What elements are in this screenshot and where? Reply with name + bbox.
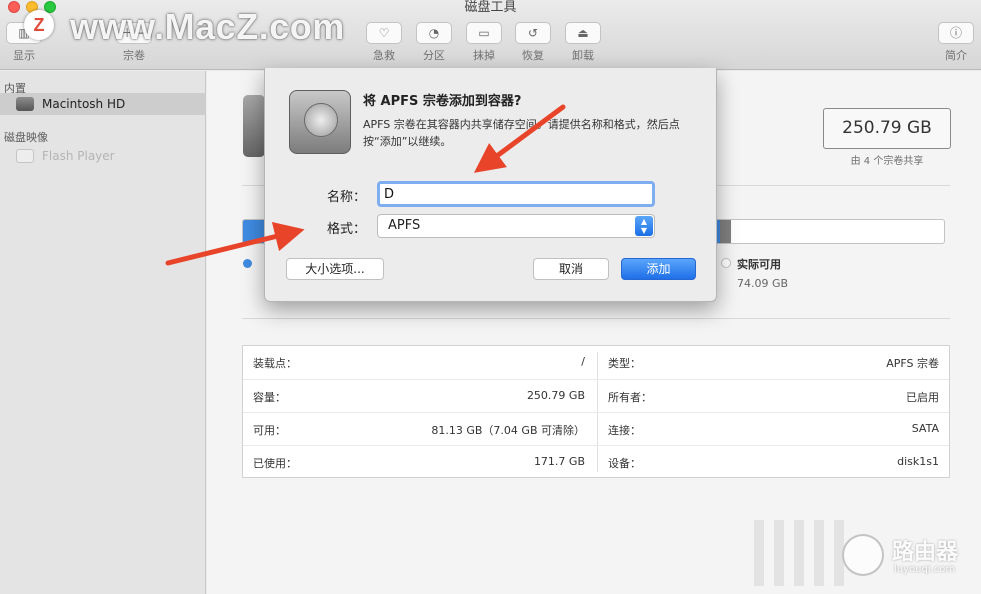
info-value-used: 171.7 GB — [533, 455, 585, 468]
volume-disk-icon — [243, 95, 265, 157]
info-label-capacity: 容量： — [253, 391, 286, 404]
corner-watermark-name: 路由器 — [892, 540, 959, 565]
info-button[interactable]: ⓘ 简介 — [934, 22, 978, 63]
info-table: 装载点： / 类型： APFS 宗卷 容量： 250.79 GB 所有者： 已启… — [242, 345, 950, 478]
unmount-label: 卸载 — [572, 49, 594, 62]
eject-icon: ⏏ — [565, 22, 601, 44]
router-logo-icon — [842, 534, 884, 576]
legend-used-dot — [243, 259, 252, 268]
legend-free-dot — [721, 258, 731, 268]
add-button[interactable]: 添加 — [621, 258, 696, 280]
disk-image-icon — [16, 149, 34, 163]
dialog-title: 将 APFS 宗卷添加到容器? — [363, 94, 522, 109]
info-label-used: 已使用： — [253, 457, 297, 470]
first-aid-label: 急救 — [373, 49, 395, 62]
info-label-owners: 所有者： — [608, 391, 652, 404]
cancel-button[interactable]: 取消 — [533, 258, 609, 280]
restore-label: 恢复 — [522, 49, 544, 62]
chevron-up-down-icon: ▲ ▼ — [635, 216, 653, 236]
sidebar: 内置 Macintosh HD 磁盘映像 Flash Player — [0, 71, 206, 594]
info-value-capacity: 250.79 GB — [526, 389, 585, 402]
volume-label: 宗卷 — [123, 49, 145, 62]
size-options-button[interactable]: 大小选项... — [286, 258, 384, 280]
corner-watermark-url: luyouqi.com — [894, 564, 956, 575]
info-value-device: disk1s1 — [897, 455, 939, 468]
unmount-button[interactable]: ⏏ 卸载 — [561, 22, 605, 63]
hard-disk-icon — [16, 97, 34, 111]
format-select-value: APFS — [388, 218, 421, 233]
info-label-mount-point: 装载点： — [253, 357, 297, 370]
blur-patch — [754, 520, 844, 586]
sidebar-header-images: 磁盘映像 — [4, 131, 48, 144]
table-row: 已使用： 171.7 GB 设备： disk1s1 — [243, 445, 949, 478]
table-row: 装载点： / 类型： APFS 宗卷 — [243, 346, 949, 379]
info-value-mount-point: / — [581, 355, 585, 368]
info-value-type: APFS 宗卷 — [886, 357, 939, 370]
close-window-button[interactable] — [8, 1, 20, 13]
info-value-connection: SATA — [911, 422, 939, 435]
divider — [242, 318, 950, 319]
info-icon: ⓘ — [938, 22, 974, 44]
table-row: 容量： 250.79 GB 所有者： 已启用 — [243, 379, 949, 412]
macz-logo-icon: Z — [24, 10, 54, 40]
info-label: 简介 — [945, 49, 967, 62]
volume-name-input[interactable] — [377, 181, 655, 207]
hard-disk-icon — [289, 90, 351, 154]
site-watermark: www.MacZ.com — [70, 6, 345, 47]
info-label-available: 可用： — [253, 424, 286, 437]
format-select[interactable]: APFS ▲ ▼ — [377, 214, 655, 238]
capacity-box: 250.79 GB — [823, 108, 951, 149]
sidebar-item-flash-player[interactable]: Flash Player — [0, 145, 206, 167]
info-label-device: 设备： — [608, 457, 641, 470]
partition-button[interactable]: ◔ 分区 — [412, 22, 456, 63]
first-aid-button[interactable]: ♡ 急救 — [362, 22, 406, 63]
sidebar-item-macintosh-hd[interactable]: Macintosh HD — [0, 93, 206, 115]
stethoscope-icon: ♡ — [366, 22, 402, 44]
info-value-available: 81.13 GB（7.04 GB 可清除） — [431, 424, 585, 437]
erase-icon: ▭ — [466, 22, 502, 44]
capacity-shared-note: 由 4 个宗卷共享 — [850, 156, 924, 167]
view-label: 显示 — [13, 49, 35, 62]
dialog-message: APFS 宗卷在其容器内共享储存空间。请提供名称和格式，然后点按“添加”以继续。 — [363, 118, 680, 148]
sidebar-item-label: Macintosh HD — [42, 97, 126, 111]
format-label: 格式： — [327, 222, 367, 237]
name-label: 名称： — [327, 190, 367, 205]
legend-free-label: 实际可用 — [737, 258, 781, 271]
restore-button[interactable]: ↺ 恢复 — [511, 22, 555, 63]
sidebar-item-label: Flash Player — [42, 149, 115, 163]
erase-button[interactable]: ▭ 抹掉 — [462, 22, 506, 63]
corner-watermark: 路由器 luyouqi.com — [842, 530, 974, 580]
pie-icon: ◔ — [416, 22, 452, 44]
restore-icon: ↺ — [515, 22, 551, 44]
add-volume-dialog: 将 APFS 宗卷添加到容器? APFS 宗卷在其容器内共享储存空间。请提供名称… — [264, 68, 717, 302]
legend-free-value: 74.09 GB — [737, 277, 789, 290]
info-value-owners: 已启用 — [906, 391, 939, 404]
usage-bar-other — [720, 220, 731, 243]
partition-label: 分区 — [423, 49, 445, 62]
table-row: 可用： 81.13 GB（7.04 GB 可清除） 连接： SATA — [243, 412, 949, 445]
info-label-type: 类型： — [608, 357, 641, 370]
info-label-connection: 连接： — [608, 424, 641, 437]
erase-label: 抹掉 — [473, 49, 495, 62]
